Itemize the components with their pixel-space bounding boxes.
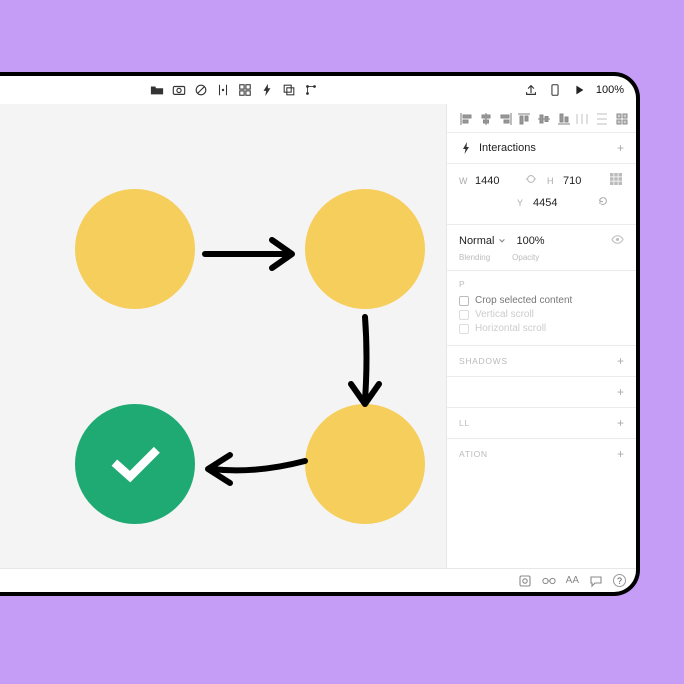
- add-anim-button[interactable]: +: [617, 447, 624, 461]
- link-dims-icon[interactable]: [525, 173, 537, 188]
- flow-node-2[interactable]: [305, 189, 425, 309]
- tool-group-right: 100%: [524, 83, 624, 97]
- width-value[interactable]: 1440: [475, 175, 515, 187]
- add-interaction-button[interactable]: +: [617, 141, 624, 155]
- statusbar: AA ?: [0, 568, 636, 592]
- arrow-2: [345, 312, 385, 412]
- interactions-section: Interactions +: [447, 132, 636, 163]
- add-shadow-button[interactable]: +: [617, 354, 624, 368]
- align-left-icon[interactable]: [459, 112, 473, 126]
- nodes-icon[interactable]: [304, 83, 318, 97]
- tidy-icon[interactable]: [615, 112, 629, 126]
- add-button-1[interactable]: +: [617, 385, 624, 399]
- alignment-row: [447, 104, 636, 132]
- align-vcenter-icon[interactable]: [537, 112, 551, 126]
- add-fill-button[interactable]: +: [617, 416, 624, 430]
- visibility-icon[interactable]: [611, 233, 624, 249]
- flow-node-1[interactable]: [75, 189, 195, 309]
- interactions-label: Interactions: [479, 142, 536, 154]
- align-bottom-icon[interactable]: [557, 112, 571, 126]
- grid-icon[interactable]: [238, 83, 252, 97]
- tool-group-left: [150, 83, 318, 97]
- clip-title-trunc: P: [459, 279, 624, 289]
- y-value[interactable]: 4454: [533, 197, 573, 209]
- app-window: 100%: [0, 72, 640, 596]
- crop-checkbox-row[interactable]: Crop selected content: [459, 295, 624, 306]
- fill-title-trunc: LL: [459, 418, 470, 428]
- device-icon[interactable]: [548, 83, 562, 97]
- clip-section: P Crop selected content Vertical scroll …: [447, 270, 636, 345]
- canvas[interactable]: [0, 104, 446, 568]
- blend-section: Normal 100% Blending Opacity: [447, 224, 636, 270]
- y-label: Y: [517, 198, 527, 208]
- hscroll-checkbox-row: Horizontal scroll: [459, 323, 624, 334]
- settings-icon[interactable]: [518, 574, 532, 588]
- dimensions-section: W 1440 H 710 Y 4454: [447, 163, 636, 224]
- width-label: W: [459, 176, 469, 186]
- folder-icon[interactable]: [150, 83, 164, 97]
- height-label: H: [547, 176, 557, 186]
- disabled-icon[interactable]: [194, 83, 208, 97]
- constraints-icon[interactable]: [609, 172, 623, 189]
- align-right-icon[interactable]: [499, 112, 513, 126]
- rotate-icon[interactable]: [597, 195, 609, 210]
- vscroll-checkbox-row: Vertical scroll: [459, 309, 624, 320]
- blending-sublabel: Blending: [459, 253, 490, 262]
- bolt-small-icon: [459, 141, 473, 155]
- help-icon[interactable]: ?: [613, 574, 626, 587]
- accessibility-aa[interactable]: AA: [566, 575, 579, 586]
- glasses-icon[interactable]: [542, 574, 556, 588]
- bolt-icon[interactable]: [260, 83, 274, 97]
- flow-node-success[interactable]: [75, 404, 195, 524]
- zoom-level[interactable]: 100%: [596, 84, 624, 96]
- align-top-icon[interactable]: [517, 112, 531, 126]
- blending-select[interactable]: Normal: [459, 235, 506, 247]
- opacity-value[interactable]: 100%: [516, 235, 544, 247]
- chevron-down-icon: [498, 237, 506, 245]
- opacity-sublabel: Opacity: [512, 253, 539, 262]
- body-row: Interactions + W 1440 H 710 Y 4454: [0, 104, 636, 568]
- anim-title-trunc: ATION: [459, 449, 488, 459]
- stack-icon[interactable]: [282, 83, 296, 97]
- align-hcenter-icon[interactable]: [479, 112, 493, 126]
- upload-icon[interactable]: [524, 83, 538, 97]
- distribute-h-icon[interactable]: [575, 112, 589, 126]
- fill-section: LL +: [447, 407, 636, 438]
- topbar: 100%: [0, 76, 636, 104]
- comment-icon[interactable]: [589, 574, 603, 588]
- inspector-panel: Interactions + W 1440 H 710 Y 4454: [446, 104, 636, 568]
- animation-section: ATION +: [447, 438, 636, 469]
- unknown-section-1: +: [447, 376, 636, 407]
- shadows-section: SHADOWS +: [447, 345, 636, 376]
- checkmark-icon: [100, 429, 170, 499]
- arrow-1: [200, 234, 300, 274]
- arrow-3: [200, 449, 310, 489]
- flow-node-3[interactable]: [305, 404, 425, 524]
- play-icon[interactable]: [572, 83, 586, 97]
- height-value[interactable]: 710: [563, 175, 603, 187]
- distribute-v-icon[interactable]: [595, 112, 609, 126]
- distribute-v-icon[interactable]: [216, 83, 230, 97]
- camera-icon[interactable]: [172, 83, 186, 97]
- shadows-title: SHADOWS: [459, 356, 508, 366]
